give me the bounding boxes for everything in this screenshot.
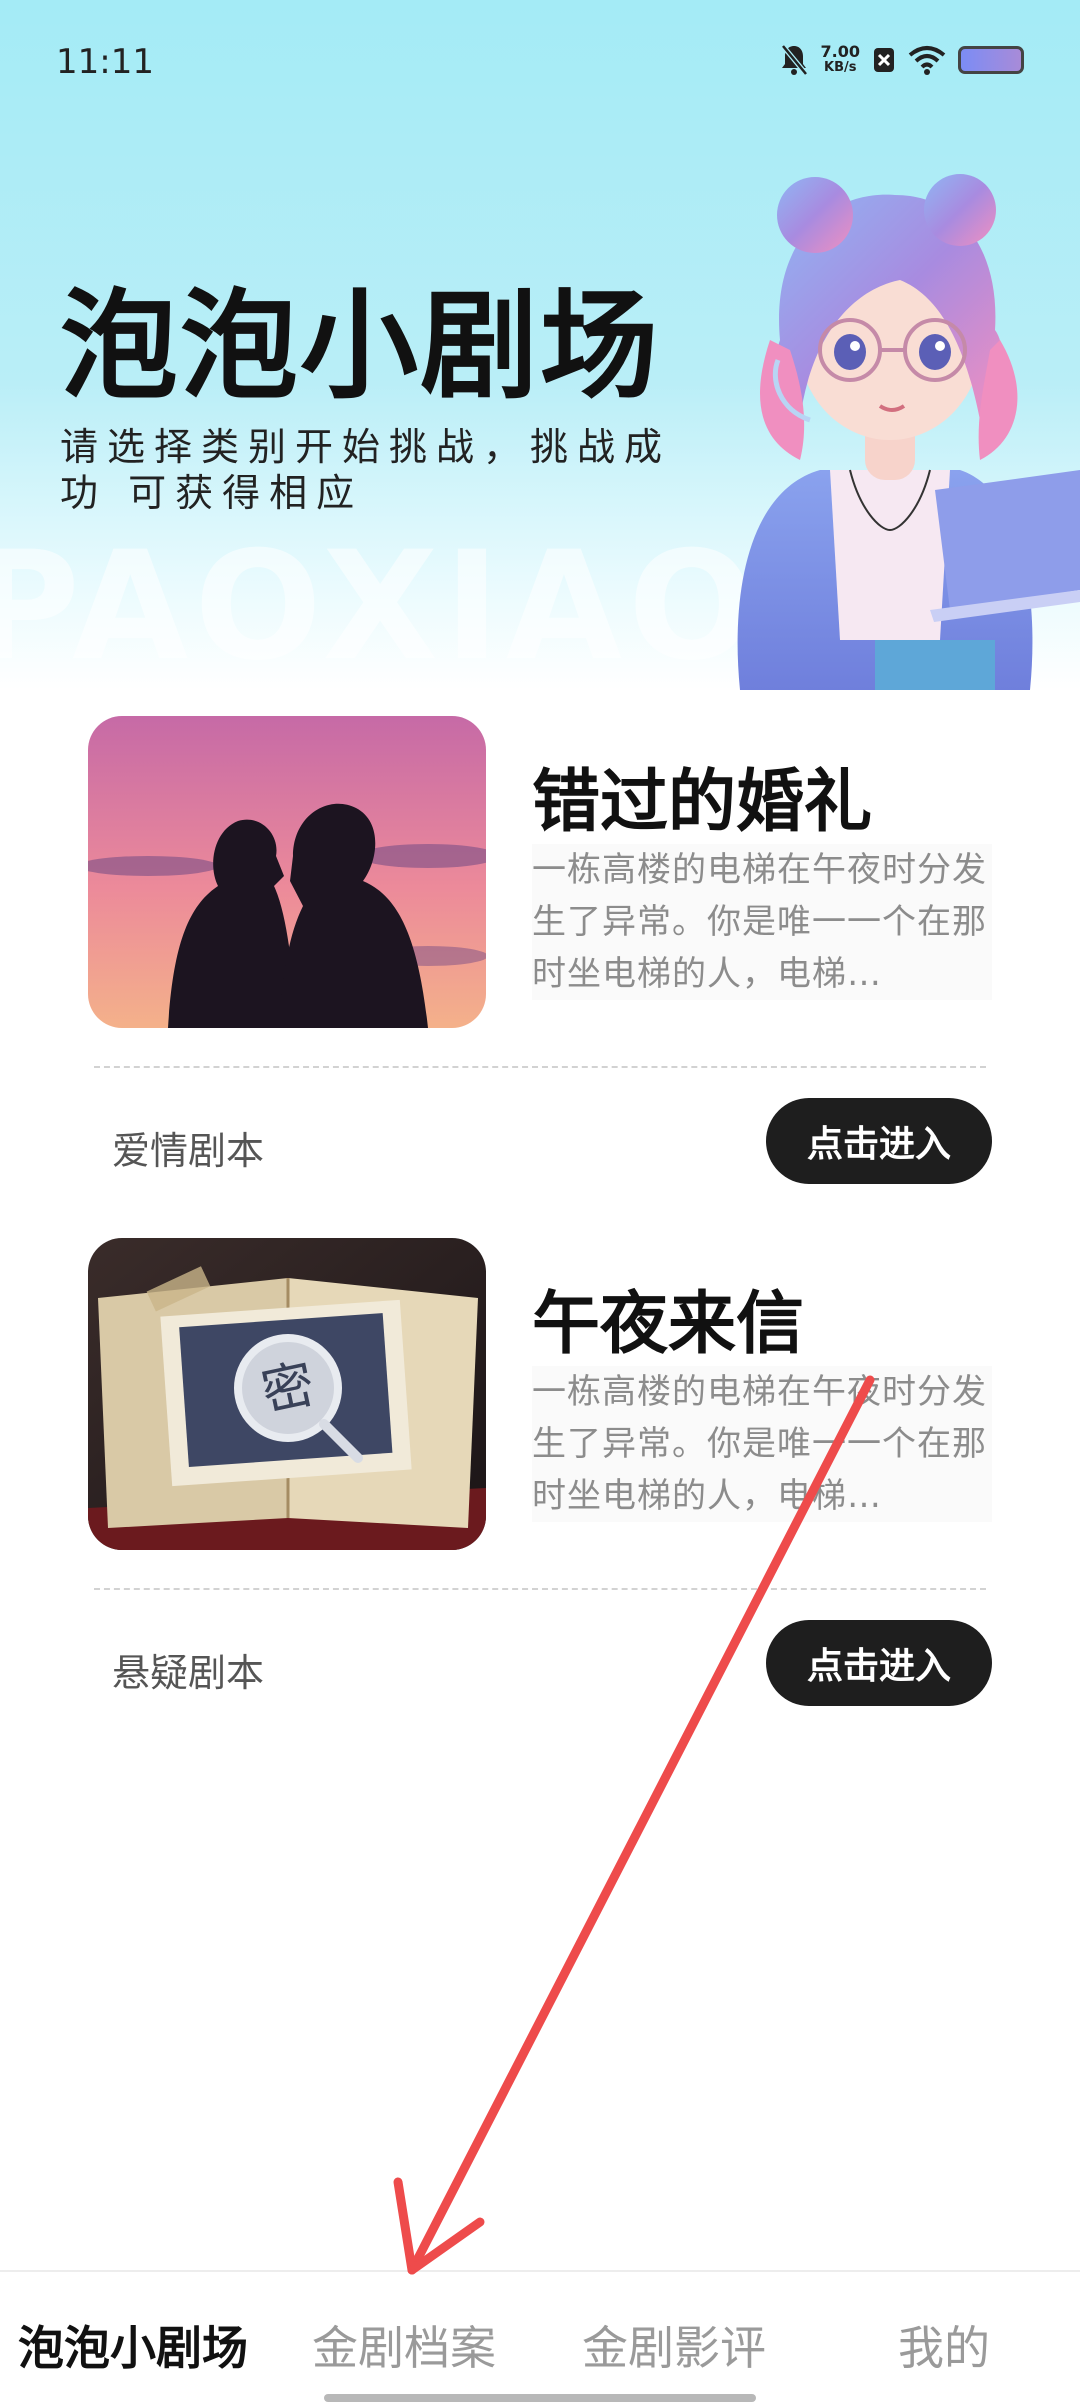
card-divider [94, 1066, 986, 1068]
page-subtitle: 请选择类别开始挑战，挑战成功 可获得相应 [60, 425, 672, 515]
status-bar: 11:11 7.00 KB/s [0, 0, 1080, 120]
network-speed-value: 7.00 [820, 42, 860, 61]
card-thumbnail [88, 716, 486, 1028]
sim-off-icon [874, 48, 894, 72]
page-title: 泡泡小剧场 [60, 277, 661, 415]
tab-archive[interactable]: 金剧档案 [312, 2312, 496, 2378]
status-time: 11:11 [56, 42, 154, 82]
tab-home[interactable]: 泡泡小剧场 [18, 2312, 248, 2378]
status-icons: 7.00 KB/s [779, 40, 1024, 80]
card-divider [94, 1588, 986, 1590]
hero-watermark: PAOXIAO [0, 520, 762, 690]
character-illustration [737, 174, 1080, 690]
hero-banner: PAOXIAO 11:11 7.00 KB/s 泡泡小剧场 请选择类别开始挑战，… [0, 0, 1080, 690]
app-screen: PAOXIAO 11:11 7.00 KB/s 泡泡小剧场 请选择类别开始挑战，… [0, 0, 1080, 2408]
script-card[interactable]: 错过的婚礼 一栋高楼的电梯在午夜时分发生了异常。你是唯一一个在那时坐电梯的人，电… [88, 716, 992, 1196]
card-category: 爱情剧本 [112, 1129, 265, 1173]
enter-button[interactable]: 点击进入 [766, 1620, 992, 1706]
card-description: 一栋高楼的电梯在午夜时分发生了异常。你是唯一一个在那时坐电梯的人，电梯… [532, 844, 992, 1000]
card-title: 午夜来信 [532, 1285, 805, 1364]
wifi-icon [908, 46, 946, 75]
card-category: 悬疑剧本 [112, 1651, 265, 1695]
enter-button[interactable]: 点击进入 [766, 1098, 992, 1184]
card-thumbnail: 密 [88, 1238, 486, 1550]
script-card[interactable]: 密 午夜来信 一栋高楼的电梯在午夜时分发生了异常。你是唯一一个在那时坐电梯的人，… [88, 1238, 992, 1718]
battery-icon [958, 46, 1024, 74]
home-indicator [324, 2394, 756, 2402]
tab-reviews[interactable]: 金剧影评 [582, 2312, 766, 2378]
mute-bell-icon [780, 44, 808, 76]
network-speed: 7.00 KB/s [821, 44, 860, 76]
card-description: 一栋高楼的电梯在午夜时分发生了异常。你是唯一一个在那时坐电梯的人，电梯… [532, 1366, 992, 1522]
bottom-tab-bar: 泡泡小剧场 金剧档案 金剧影评 我的 [0, 2270, 1080, 2408]
card-title: 错过的婚礼 [532, 763, 873, 842]
tab-mine[interactable]: 我的 [898, 2312, 990, 2378]
network-speed-unit: KB/s [824, 60, 857, 75]
